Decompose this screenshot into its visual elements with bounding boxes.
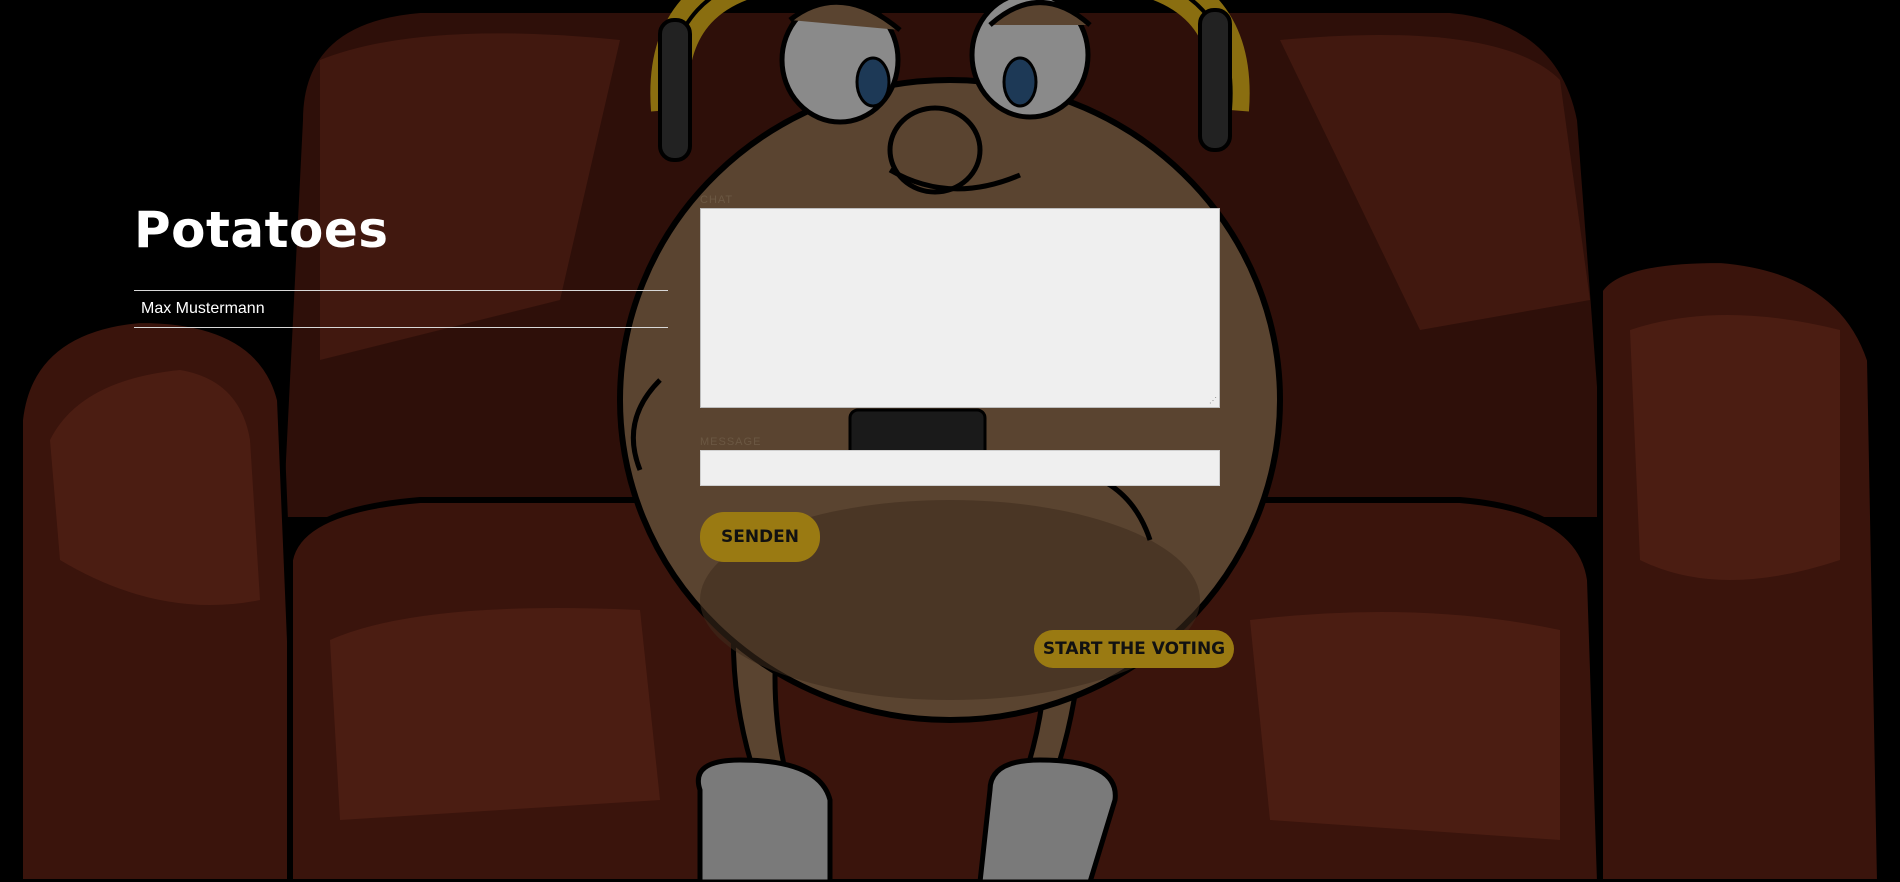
chat-textarea[interactable]: ⋰ xyxy=(700,208,1220,408)
chat-label: Chat xyxy=(700,194,734,206)
user-list-item: Max Mustermann xyxy=(141,300,265,317)
message-input[interactable] xyxy=(700,450,1220,486)
room-panel: Potatoes Max Mustermann xyxy=(134,200,668,328)
resize-grip-icon[interactable]: ⋰ xyxy=(1209,397,1217,405)
user-list: Max Mustermann xyxy=(134,290,668,328)
room-title: Potatoes xyxy=(134,201,389,259)
page: Potatoes Max Mustermann Chat ⋰ Message S… xyxy=(0,0,1900,882)
start-voting-button[interactable]: START THE VOTING xyxy=(1034,630,1234,668)
chat-panel: Chat ⋰ Message SENDEN xyxy=(700,192,1220,562)
send-button[interactable]: SENDEN xyxy=(700,512,820,562)
message-label: Message xyxy=(700,436,762,448)
